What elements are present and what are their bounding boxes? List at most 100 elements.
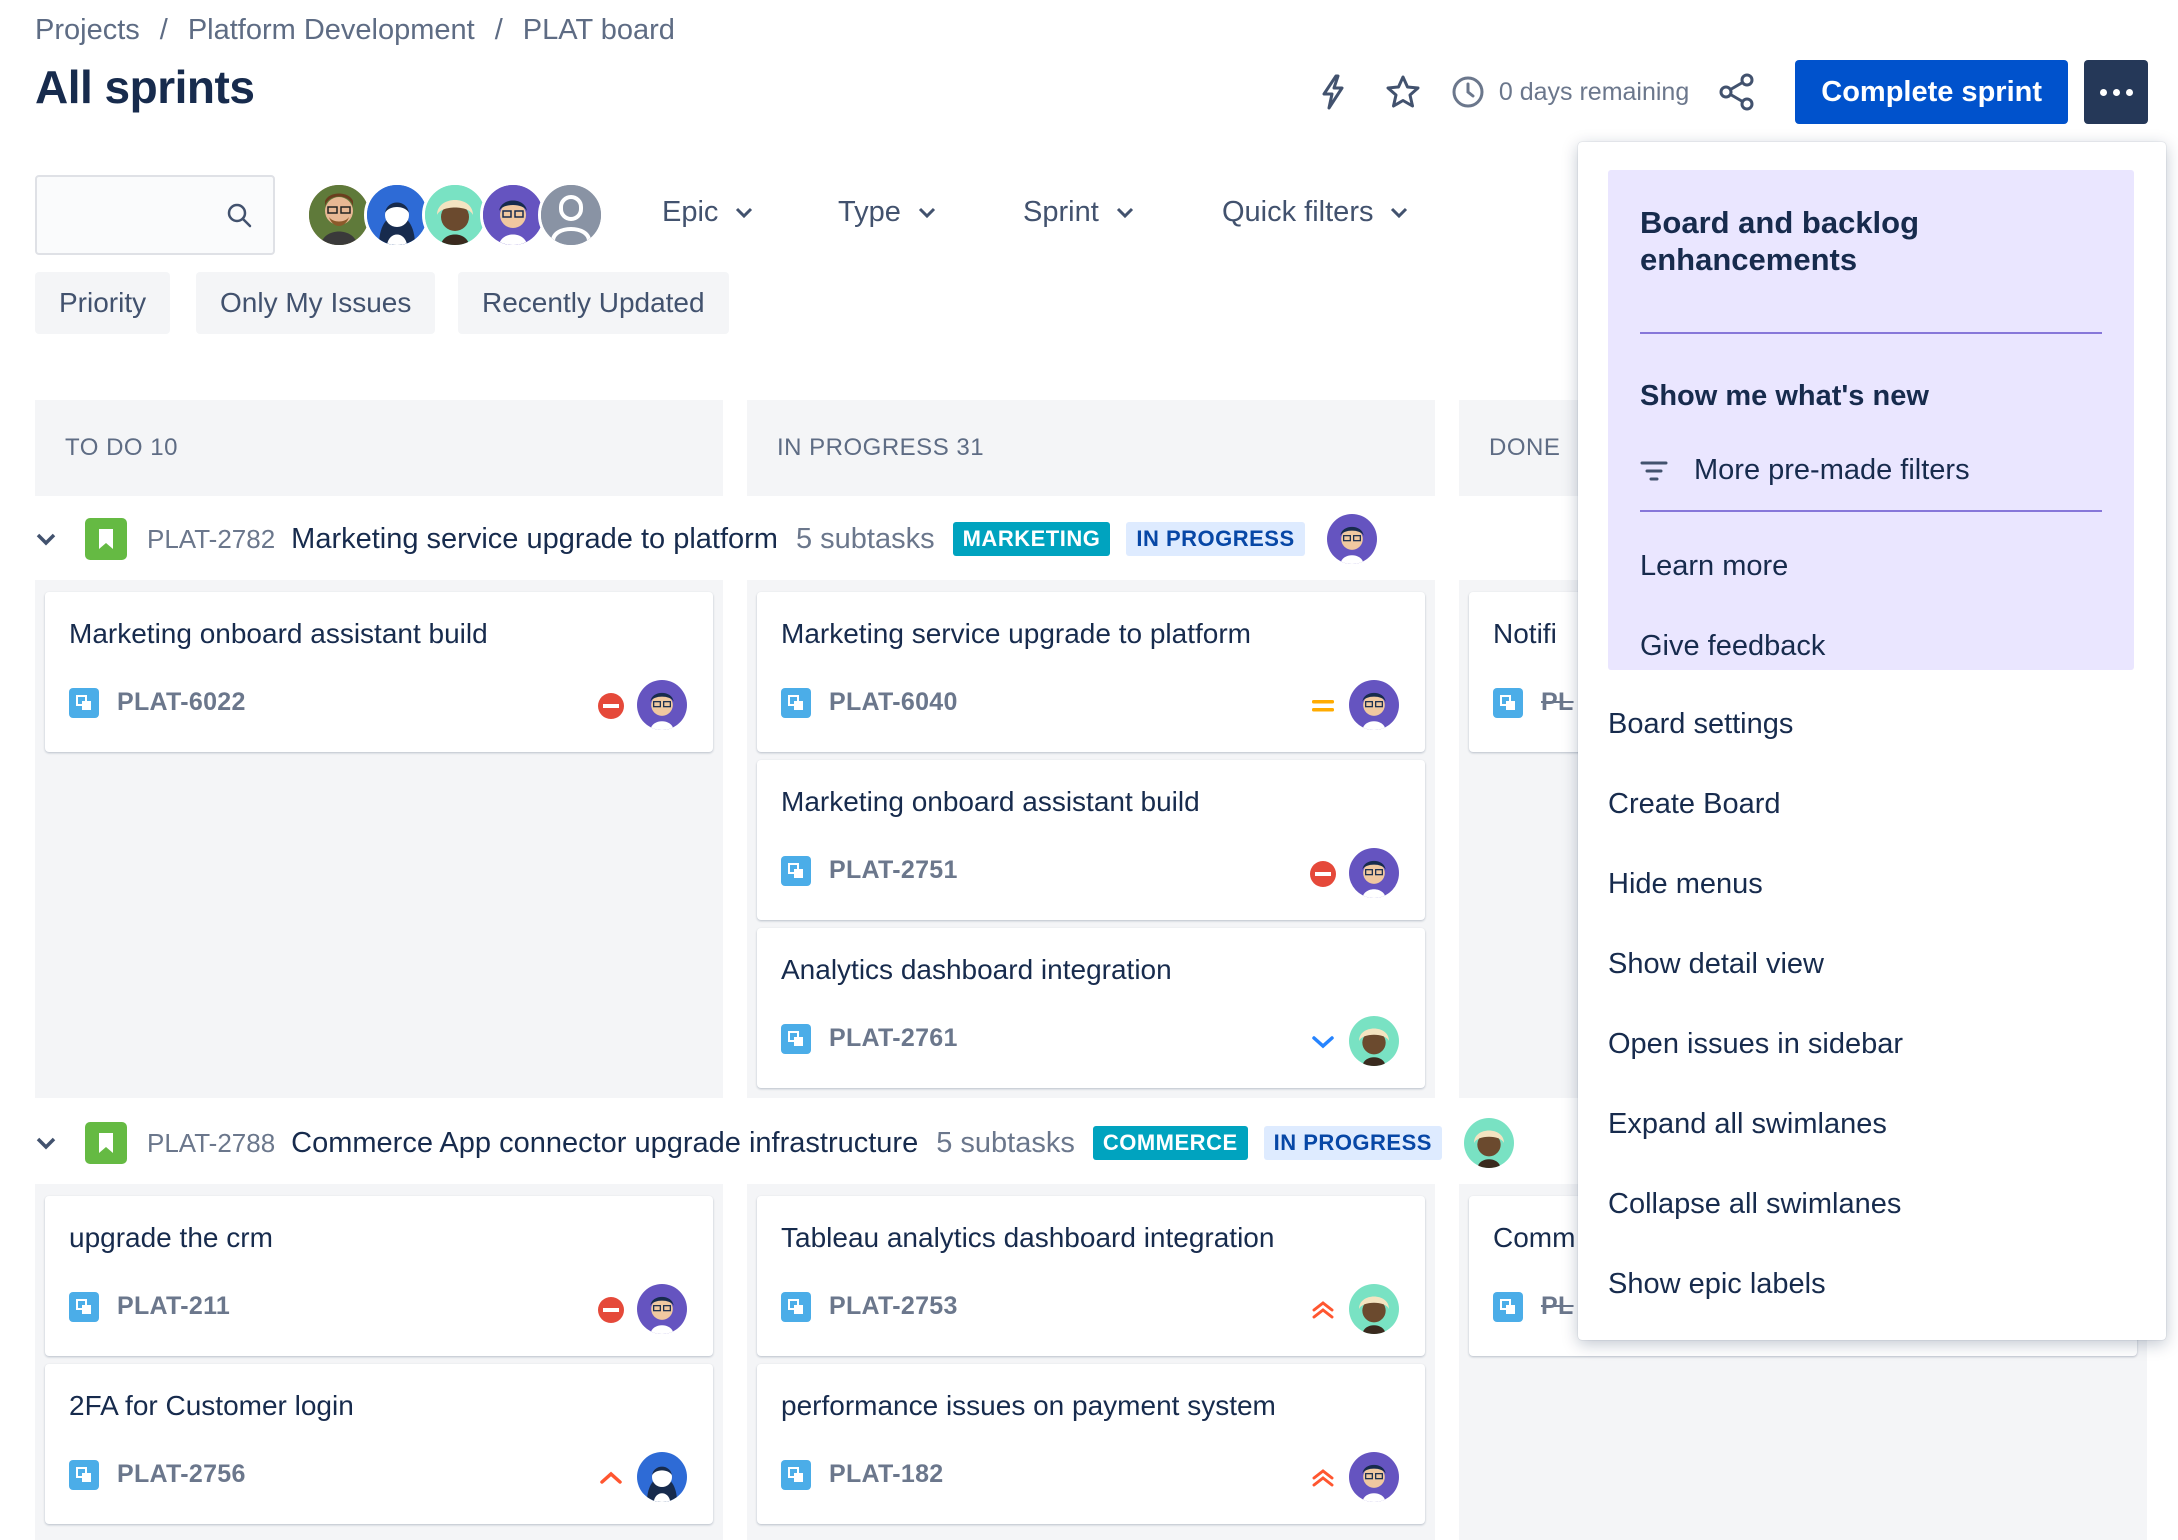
avatar (1349, 1284, 1399, 1334)
breadcrumb-project[interactable]: Platform Development (188, 14, 475, 47)
priority-low-icon (1309, 1028, 1337, 1056)
breadcrumb: Projects / Platform Development / PLAT b… (35, 14, 675, 47)
priority-high-icon (597, 1464, 625, 1492)
assignee-filter (306, 182, 604, 248)
subtask-icon (781, 856, 811, 886)
swimlane-header[interactable]: PLAT-2788 Commerce App connector upgrade… (35, 1118, 1514, 1168)
priority-highest-icon (1309, 1464, 1337, 1492)
epic-filter[interactable]: Epic (662, 196, 754, 229)
show-whats-new-item[interactable]: Show me what's new (1640, 380, 1929, 413)
chevron-down-icon (1391, 207, 1408, 218)
menu-item-show-detail-view[interactable]: Show detail view (1608, 948, 1824, 981)
menu-item-open-in-sidebar[interactable]: Open issues in sidebar (1608, 1028, 1903, 1061)
issue-card[interactable]: Tableau analytics dashboard integration … (757, 1196, 1425, 1356)
menu-item-collapse-swimlanes[interactable]: Collapse all swimlanes (1608, 1188, 1901, 1221)
card-key: PLAT-2753 (829, 1292, 958, 1320)
status-badge: IN PROGRESS (1126, 522, 1305, 556)
issue-card[interactable]: performance issues on payment system PLA… (757, 1364, 1425, 1524)
avatar[interactable] (306, 182, 372, 248)
subtask-icon (781, 1460, 811, 1490)
search-input[interactable] (37, 177, 217, 253)
chevron-down-icon (918, 207, 935, 218)
swimlane-subtasks: 5 subtasks (795, 522, 935, 555)
recently-updated-button[interactable]: Recently Updated (458, 272, 729, 334)
card-title: Tableau analytics dashboard integration (781, 1222, 1275, 1253)
more-actions-menu: Board and backlog enhancements Show me w… (1578, 142, 2166, 1340)
share-icon[interactable] (1715, 70, 1759, 114)
chevron-down-icon[interactable] (35, 1136, 65, 1150)
avatar[interactable] (480, 182, 546, 248)
chevron-down-icon[interactable] (35, 532, 65, 546)
avatar (637, 680, 687, 730)
epic-icon (85, 518, 127, 560)
star-icon[interactable] (1381, 70, 1425, 114)
issue-card[interactable]: Marketing service upgrade to platform PL… (757, 592, 1425, 752)
priority-blocker-icon (597, 692, 625, 720)
subtask-icon (69, 1460, 99, 1490)
more-actions-button[interactable] (2084, 60, 2148, 124)
priority-filter-button[interactable]: Priority (35, 272, 171, 334)
avatar (1463, 1118, 1514, 1168)
give-feedback-item[interactable]: Give feedback (1640, 630, 1825, 663)
avatar (1349, 680, 1399, 730)
chevron-down-icon (736, 207, 753, 218)
issue-card[interactable]: upgrade the crm PLAT-211 (45, 1196, 713, 1356)
issue-card[interactable]: 2FA for Customer login PLAT-2756 (45, 1364, 713, 1524)
filter-icon (1640, 461, 1668, 480)
swimlane-key[interactable]: PLAT-2782 (147, 524, 275, 555)
card-title: Notifi (1493, 618, 1557, 649)
issue-card[interactable]: Marketing onboard assistant build PLAT-6… (45, 592, 713, 752)
epic-label: MARKETING (952, 522, 1111, 556)
chevron-down-icon (1116, 207, 1133, 218)
column-header-todo: TO DO 10 (35, 400, 723, 496)
breadcrumb-separator: / (159, 14, 168, 46)
subtask-icon (1493, 1292, 1523, 1322)
card-title: 2FA for Customer login (69, 1390, 354, 1421)
learn-more-item[interactable]: Learn more (1640, 550, 1788, 583)
menu-item-expand-swimlanes[interactable]: Expand all swimlanes (1608, 1108, 1887, 1141)
quick-filters-dropdown[interactable]: Quick filters (1222, 196, 1409, 229)
issue-card[interactable]: Marketing onboard assistant build PLAT-2… (757, 760, 1425, 920)
column-header-in-progress: IN PROGRESS 31 (747, 400, 1435, 496)
complete-sprint-button[interactable]: Complete sprint (1795, 60, 2068, 124)
menu-item-hide-menus[interactable]: Hide menus (1608, 868, 1763, 901)
more-filters-item[interactable]: More pre-made filters (1640, 454, 1970, 487)
card-key: PLAT-2751 (829, 856, 958, 884)
card-title: Comm (1493, 1222, 1576, 1253)
card-key: PL (1541, 1292, 1574, 1320)
breadcrumb-projects[interactable]: Projects (35, 14, 140, 47)
card-key: PLAT-2756 (117, 1460, 246, 1488)
subtask-icon (781, 1292, 811, 1322)
issue-card[interactable]: Analytics dashboard integration PLAT-276… (757, 928, 1425, 1088)
card-title: upgrade the crm (69, 1222, 273, 1253)
breadcrumb-board[interactable]: PLAT board (523, 14, 675, 47)
avatar[interactable] (538, 182, 604, 248)
card-key: PLAT-6040 (829, 688, 958, 716)
enhancements-panel: Board and backlog enhancements Show me w… (1608, 170, 2134, 670)
card-title: performance issues on payment system (781, 1390, 1276, 1421)
swimlane-summary: Marketing service upgrade to platform (291, 522, 778, 555)
avatar[interactable] (422, 182, 488, 248)
swimlane-key[interactable]: PLAT-2788 (147, 1128, 275, 1159)
automation-icon[interactable] (1311, 70, 1355, 114)
search-icon (225, 201, 253, 234)
page-title: All sprints (35, 61, 255, 113)
only-my-issues-button[interactable]: Only My Issues (196, 272, 436, 334)
swimlane-subtasks: 5 subtasks (936, 1126, 1075, 1159)
search-field[interactable] (35, 175, 275, 255)
avatar[interactable] (364, 182, 430, 248)
avatar (1326, 514, 1377, 564)
swimlane-header[interactable]: PLAT-2782 Marketing service upgrade to p… (35, 514, 1377, 564)
sprint-filter[interactable]: Sprint (1023, 196, 1135, 229)
menu-item-show-epic-labels[interactable]: Show epic labels (1608, 1268, 1826, 1301)
card-key: PLAT-211 (117, 1292, 231, 1320)
card-key: PLAT-6022 (117, 688, 246, 716)
priority-blocker-icon (597, 1296, 625, 1324)
type-filter[interactable]: Type (838, 196, 937, 229)
menu-item-board-settings[interactable]: Board settings (1608, 708, 1793, 741)
subtask-icon (781, 1024, 811, 1054)
divider (1640, 332, 2102, 334)
priority-blocker-icon (1309, 860, 1337, 888)
menu-item-create-board[interactable]: Create Board (1608, 788, 1781, 821)
subtask-icon (69, 688, 99, 718)
